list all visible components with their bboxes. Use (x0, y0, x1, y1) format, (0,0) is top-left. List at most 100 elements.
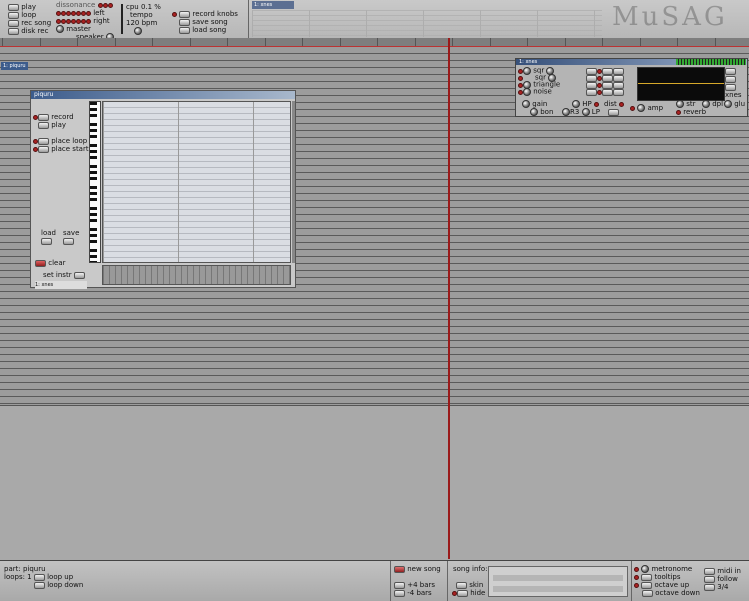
dpl-control[interactable]: dpl (702, 100, 723, 108)
ruler-tick (489, 38, 521, 46)
ruler-tick (602, 38, 633, 46)
disk-rec-toggle[interactable] (8, 27, 19, 35)
dist-button[interactable] (608, 108, 619, 116)
tempo-label: tempo (130, 11, 153, 19)
glu-control[interactable]: glu (724, 100, 745, 108)
hp-filter[interactable]: HP (572, 100, 599, 108)
metronome-toggle[interactable]: metronome (634, 565, 702, 573)
ruler-tick (527, 38, 558, 46)
part-panel: part: piquru loops: 1 loop up loop down (4, 565, 194, 589)
transport-panel: play loop rec song disk rec (8, 3, 56, 35)
str-control[interactable]: str (676, 100, 696, 108)
synth-window: 1: xnes sqr sqr triangle noise xnes gain… (515, 58, 748, 117)
velocity-lane[interactable] (102, 265, 291, 285)
play-part-button[interactable]: play (33, 121, 88, 129)
time-signature-toggle[interactable]: 3/4 (704, 583, 748, 591)
master-knob[interactable] (56, 25, 64, 33)
piano-roll-title[interactable]: piquru (31, 91, 295, 99)
timeline-ruler[interactable] (0, 38, 749, 47)
midi-panel: midi in follow 3/4 (704, 567, 748, 591)
note-grid[interactable] (102, 101, 291, 263)
set-instr-button[interactable]: set instr (43, 271, 85, 279)
gain-control[interactable]: gain (522, 100, 547, 108)
clear-button[interactable]: clear (35, 259, 66, 267)
noise-osc[interactable]: noise (518, 88, 586, 96)
loop-toggle[interactable] (8, 11, 19, 19)
tempo-value[interactable]: 120 bpm (126, 19, 168, 27)
synth-side-buttons: xnes (725, 67, 747, 99)
ruler-tick (227, 38, 258, 46)
disk-rec-button[interactable]: disk rec (8, 27, 56, 35)
track-part-label[interactable]: 1: piquru (1, 62, 28, 70)
amp-control[interactable]: amp (630, 104, 663, 112)
song-info-field[interactable] (488, 566, 628, 597)
record-button[interactable]: record (33, 113, 88, 121)
options-panel: metronome tooltips octave up octave down (634, 565, 702, 597)
load-song-button[interactable]: load song (172, 26, 244, 34)
ruler-tick (264, 38, 296, 46)
playhead[interactable] (448, 38, 450, 559)
instrument-selector[interactable]: 1: xnes (35, 281, 87, 289)
bon-control[interactable]: bon (530, 108, 553, 116)
midi-in-toggle[interactable]: midi in (704, 567, 748, 575)
octave-up-button[interactable]: octave up (634, 581, 702, 589)
save-button[interactable]: save (63, 229, 79, 245)
master-label: master (66, 25, 91, 33)
rec-song-button[interactable]: rec song (8, 19, 56, 27)
instrument-slots-grid[interactable] (252, 10, 602, 37)
dissonance-panel: dissonance left right master speaker (56, 1, 121, 41)
song-menu: record knobs save song load song (172, 10, 244, 34)
sequencer-empty-area[interactable] (0, 405, 749, 561)
lp-filter[interactable]: R3 LP (562, 108, 600, 116)
vertical-scrollbar[interactable] (292, 101, 295, 263)
add-4-bars-button[interactable]: +4 bars (394, 581, 444, 589)
tooltips-toggle[interactable]: tooltips (634, 573, 702, 581)
load-button[interactable]: load (41, 229, 56, 245)
ruler-tick (302, 38, 333, 46)
place-start-button[interactable]: place start (33, 145, 89, 153)
new-song-button[interactable]: new song (394, 565, 444, 573)
sqr1-osc[interactable]: sqr (518, 67, 586, 75)
noise-knob[interactable] (523, 88, 531, 96)
piano-keyboard[interactable] (89, 101, 101, 263)
ruler-tick (2, 38, 33, 46)
loop-up-button[interactable] (33, 573, 45, 581)
divider (248, 0, 249, 38)
piano-roll-controls: record play place loop place start load … (33, 101, 89, 289)
reverb-toggle[interactable]: reverb (676, 108, 706, 116)
hide-button[interactable]: hide (452, 589, 486, 597)
app-logo: MuSAG (612, 2, 728, 32)
remove-4-bars-button[interactable]: -4 bars (394, 589, 444, 597)
synth-name-label: xnes (725, 91, 742, 99)
effects-panel: gain bon HP R3 LP dist amp reverb str dp… (518, 100, 746, 116)
loops-count: loops: 1 (4, 573, 32, 581)
divider (447, 561, 448, 601)
loop-button[interactable]: loop (8, 11, 56, 19)
cpu-tempo-panel: cpu 0.1 % tempo 120 bpm (126, 3, 168, 35)
divider (121, 4, 123, 34)
rec-song-toggle[interactable] (8, 19, 19, 27)
level-meter (676, 59, 746, 65)
save-song-button[interactable]: save song (172, 18, 244, 26)
dist-control[interactable]: dist (604, 100, 625, 108)
instrument-slot-selected[interactable]: 1: xnes (252, 1, 294, 9)
follow-toggle[interactable]: follow (704, 575, 748, 583)
divider (390, 561, 391, 601)
ruler-tick (677, 38, 708, 46)
ruler-tick (564, 38, 596, 46)
place-loop-button[interactable]: place loop (33, 137, 88, 145)
ruler-tick (152, 38, 183, 46)
oscillator-panel: sqr sqr triangle noise (518, 67, 586, 96)
play-toggle[interactable] (8, 3, 19, 11)
triangle-osc[interactable]: triangle (518, 81, 586, 89)
play-button[interactable]: play (8, 3, 56, 11)
instrument-list[interactable]: instruments 1: xnes (252, 1, 602, 37)
loop-down-button[interactable]: loop down (4, 581, 194, 589)
tempo-knob[interactable] (134, 27, 142, 35)
ruler-tick (339, 38, 371, 46)
octave-down-button[interactable]: octave down (634, 589, 702, 597)
ruler-tick (77, 38, 108, 46)
record-knobs-button[interactable]: record knobs (172, 10, 244, 18)
skin-button[interactable]: skin (452, 581, 486, 589)
divider (631, 561, 632, 601)
